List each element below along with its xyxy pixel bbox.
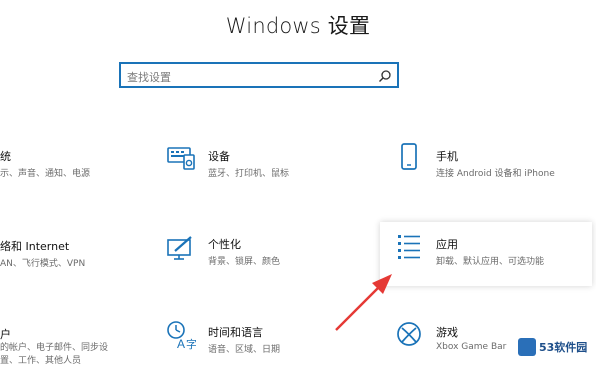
tile-network-desc: AN、飞行模式、VPN — [0, 259, 86, 269]
tile-time-language[interactable]: A 字 时间和语言 语音、区域、日期 — [166, 320, 336, 360]
tile-system-desc: 示、声音、通知、电源 — [0, 169, 91, 179]
tile-accounts[interactable]: 户 的帐户、电子邮件、同步设置、工作、其他人员 — [0, 322, 142, 366]
tile-devices-name: 设备 — [208, 150, 230, 163]
tile-time-language-desc: 语音、区域、日期 — [208, 345, 281, 355]
search-icon[interactable] — [378, 69, 392, 83]
page-title: Windows 设置 — [225, 14, 371, 38]
tile-devices-desc: 蓝牙、打印机、鼠标 — [208, 169, 290, 179]
xbox-icon — [397, 322, 421, 346]
watermark-text: 53软件园 — [539, 341, 588, 354]
tile-gaming-desc: Xbox Game Bar — [436, 342, 507, 352]
paintbrush-monitor-icon — [167, 236, 192, 260]
tile-network[interactable]: 络和 Internet AN、飞行模式、VPN — [0, 234, 122, 274]
keyboard-speaker-icon — [167, 147, 195, 170]
site-watermark: 53软件园 — [518, 336, 592, 358]
watermark-logo-icon — [518, 338, 536, 356]
tile-personalization[interactable]: 个性化 背景、锁屏、颜色 — [166, 234, 336, 274]
apps-list-icon — [398, 235, 420, 259]
tile-gaming-name: 游戏 — [436, 326, 458, 339]
svg-text:A: A — [177, 337, 185, 350]
search-box[interactable]: 查找设置 — [119, 62, 399, 88]
tile-apps-desc: 卸载、默认应用、可选功能 — [436, 257, 545, 267]
tile-phone[interactable]: 手机 连接 Android 设备和 iPhone — [396, 142, 592, 182]
svg-text:字: 字 — [186, 337, 196, 350]
tile-phone-desc: 连接 Android 设备和 iPhone — [436, 169, 555, 179]
annotation-arrow — [335, 274, 392, 331]
tile-personalization-name: 个性化 — [208, 238, 241, 251]
tile-apps[interactable]: 应用 卸载、默认应用、可选功能 — [396, 232, 592, 276]
tile-system[interactable]: 统 示、声音、通知、电源 — [0, 144, 112, 184]
tile-system-name: 统 — [0, 150, 11, 163]
phone-icon — [401, 143, 417, 170]
tile-accounts-desc: 的帐户、电子邮件、同步设置、工作、其他人员 — [0, 343, 109, 366]
tile-devices[interactable]: 设备 蓝牙、打印机、鼠标 — [166, 142, 336, 182]
tile-time-language-name: 时间和语言 — [208, 326, 263, 339]
tile-phone-name: 手机 — [436, 150, 458, 163]
tile-accounts-name: 户 — [0, 328, 11, 341]
tile-network-name: 络和 Internet — [0, 240, 70, 253]
search-input[interactable]: 查找设置 — [127, 69, 171, 85]
tile-personalization-desc: 背景、锁屏、颜色 — [208, 257, 281, 267]
tile-apps-name: 应用 — [436, 238, 458, 251]
clock-language-icon: A 字 — [167, 321, 196, 350]
